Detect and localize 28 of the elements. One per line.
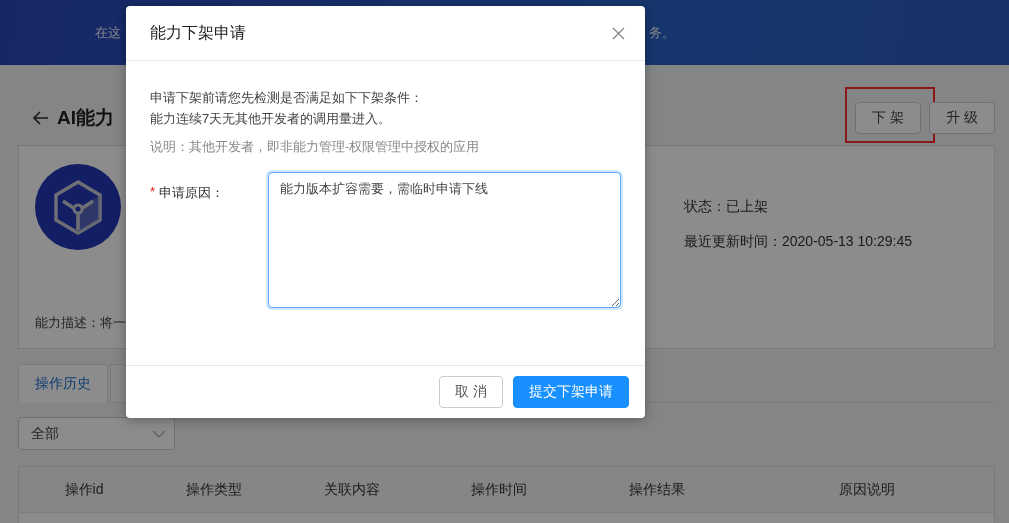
reason-field[interactable]: 能力版本扩容需要，需临时申请下线: [267, 172, 621, 308]
dialog-title: 能力下架申请: [150, 22, 246, 43]
chevron-down-icon: [152, 429, 166, 438]
page-title: AI能力: [57, 106, 114, 130]
status-text: 状态：已上架: [684, 198, 769, 216]
field-label: 申请原因：: [159, 184, 225, 202]
submit-button[interactable]: 提交下架申请: [513, 376, 629, 408]
cube-logo-icon: [35, 164, 121, 250]
column-header: 操作结果: [628, 480, 685, 497]
header-subtitle: 务。: [649, 24, 675, 42]
note-text: 说明：其他开发者，即非能力管理-权限管理中授权的应用: [150, 140, 480, 154]
notice-text: 申请下架前请您先检测是否满足如下下架条件：: [150, 90, 423, 105]
required-mark: *: [150, 184, 156, 199]
column-header: 关联内容: [323, 480, 380, 497]
upgrade-button[interactable]: 升 级: [929, 102, 995, 134]
close-icon[interactable]: [612, 26, 625, 40]
column-header: 原因说明: [838, 480, 895, 497]
updated-time-text: 最近更新时间：2020-05-13 10:29:45: [684, 233, 913, 251]
column-header: 操作类型: [186, 480, 242, 497]
delist-button[interactable]: 下 架: [855, 102, 922, 134]
header-subtitle: 在这: [95, 24, 121, 42]
back-arrow-icon[interactable]: [33, 111, 49, 125]
column-header: 操作时间: [471, 480, 527, 497]
tab[interactable]: 操作历史: [18, 364, 108, 403]
filter-select[interactable]: 全部: [18, 417, 175, 450]
column-header: 操作id: [64, 480, 104, 497]
cancel-button[interactable]: 取 消: [439, 376, 503, 408]
notice-text: 能力连续7天无其他开发者的调用量进入。: [150, 111, 392, 126]
